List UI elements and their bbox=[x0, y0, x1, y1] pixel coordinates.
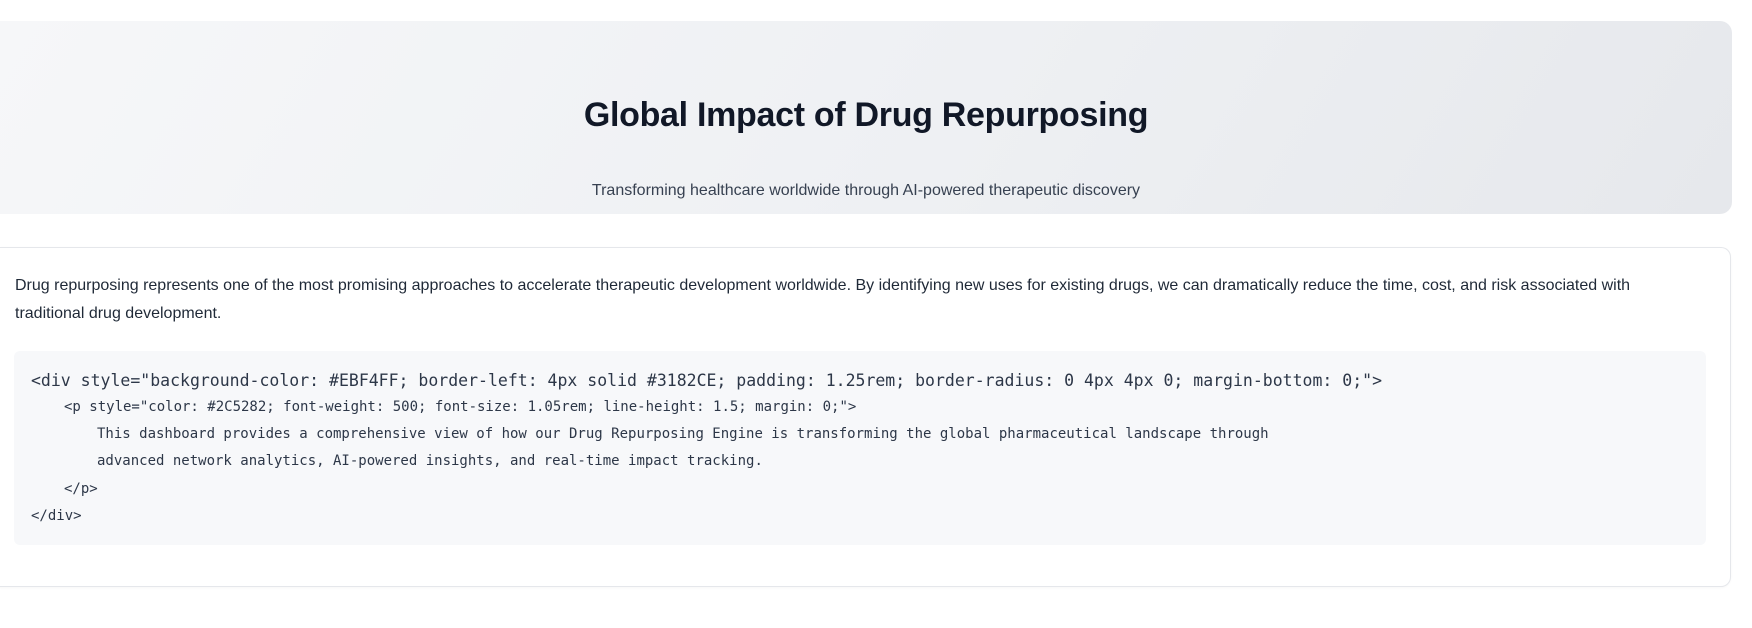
page: Global Impact of Drug Repurposing Transf… bbox=[0, 0, 1752, 628]
hero-banner: Global Impact of Drug Repurposing Transf… bbox=[0, 21, 1732, 214]
page-title: Global Impact of Drug Repurposing bbox=[583, 96, 1149, 134]
intro-paragraph: Drug repurposing represents one of the m… bbox=[15, 277, 1631, 322]
code-block: <div style="background-color: #EBF4FF; b… bbox=[14, 351, 1706, 545]
code-line: </div> bbox=[31, 508, 82, 524]
code-line: </p> bbox=[64, 481, 98, 497]
content-card: Drug repurposing represents one of the m… bbox=[0, 247, 1731, 587]
page-subtitle: Transforming healthcare worldwide throug… bbox=[591, 182, 1141, 199]
code-line: <div style="background-color: #EBF4FF; b… bbox=[31, 371, 1383, 390]
code-line: <p style="color: #2C5282; font-weight: 5… bbox=[64, 399, 857, 415]
code-line: advanced network analytics, AI-powered i… bbox=[97, 453, 763, 469]
code-line: This dashboard provides a comprehensive … bbox=[97, 426, 1269, 442]
